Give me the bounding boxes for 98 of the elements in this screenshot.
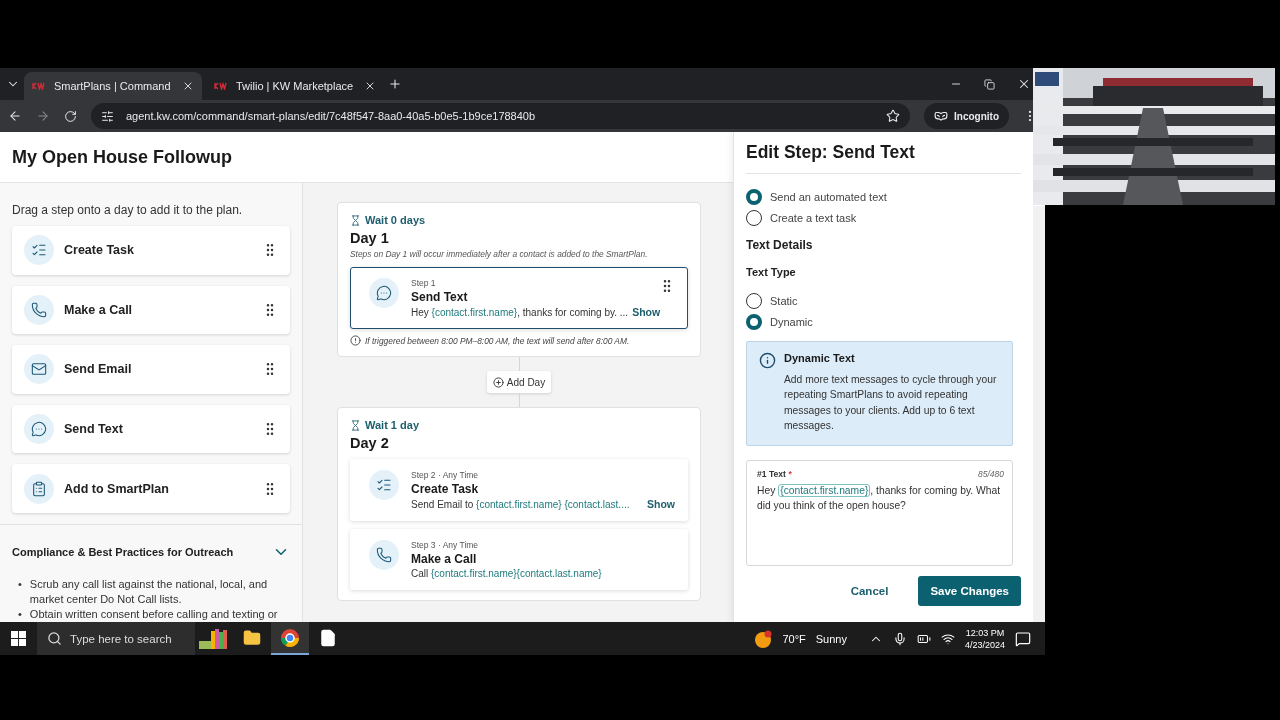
info-icon [759,352,776,369]
save-button[interactable]: Save Changes [918,576,1021,607]
step-number: Step 1 [411,278,437,288]
favicon-icon [214,80,228,92]
restore-icon[interactable] [984,78,995,90]
info-title: Dynamic Text [784,352,856,364]
close-icon[interactable] [182,80,194,92]
microphone-icon[interactable] [892,631,907,646]
forward-icon[interactable] [36,109,50,123]
step-card[interactable]: Step 2 · Any Time Create Task Send Email to {contact.first.name} {contact.last.... Show [350,459,688,521]
browser-tab[interactable]: Twilio | KW Marketplace [206,72,384,100]
radio-button[interactable] [746,188,762,205]
bullet-marker: • [18,606,22,622]
chat-bubble-icon [369,278,399,308]
step-tile[interactable]: Send Email [12,345,290,394]
step-label: Add to SmartPlan [64,481,170,496]
close-icon[interactable] [1017,77,1031,91]
day-note: Steps on Day 1 will occur immediately after a contact is added to the SmartPlan. [350,249,649,259]
phone-icon [369,540,399,570]
search-icon [47,631,62,646]
chat-bubble-icon [24,414,54,445]
step-card[interactable]: Step 1 Send Text Hey {contact.first.name}, thanks for coming by. ... Show [350,267,688,329]
plus-icon [492,376,504,388]
site-settings-icon [101,109,114,123]
radio-label: Create a text task [770,212,857,225]
wait-label: Wait 0 days [365,214,426,226]
step-label: Send Text [64,422,124,437]
step-title: Make a Call [411,552,478,566]
step-label: Make a Call [64,302,134,317]
step-label: Send Email [64,362,133,377]
character-counter: 85/480 [978,469,1004,480]
clock[interactable]: 12:03 PM 4/23/2024 [964,626,1005,651]
reload-icon[interactable] [64,109,77,123]
browser-icon[interactable] [271,622,309,655]
page-title: My Open House Followup [12,146,232,168]
radio-label: Send an automated text [770,190,887,203]
step-tile[interactable]: Make a Call [12,285,290,335]
field-label: Text Type [746,266,797,278]
add-day-button[interactable]: Add Day [486,371,552,393]
message-text: Hey {contact.first.name} , thanks for coming by. What did you think of the open house? [757,483,1002,514]
step-tile[interactable]: Send Text [12,404,290,454]
radio-label: Dynamic [770,316,813,329]
info-text: Add more text messages to cycle through your repeating SmartPlans to avoid repeating messages to your clients. Add up to 6 text messages. [784,373,998,433]
step-tile[interactable]: Create Task [12,226,290,275]
day-title: Day 1 [350,230,390,246]
show-link[interactable]: Show [632,306,661,318]
step-title: Send Text [411,290,469,304]
address-bar[interactable]: agent.kw.com/command/smart-plans/edit/7c48f547-8aa0-40a5-b0e5-1b9ce178840b [91,103,910,129]
taskbar-search[interactable]: Type here to search [37,622,195,655]
weather-sun-icon[interactable] [754,629,773,648]
section-title: Compliance & Best Practices for Outreach [12,545,234,558]
radio-button[interactable] [746,314,762,331]
clipboard-icon [24,473,54,504]
warning-text: If triggered between 8:00 PM–8:00 AM, the text will send after 8:00 AM. [365,335,630,346]
step-preview: Call {contact.first.name}{contact.last.name} [411,568,603,579]
step-number: Step 2 · Any Time [411,470,480,480]
hourglass-icon [350,419,361,431]
bullet-marker: • [18,576,22,592]
browser-tab[interactable]: SmartPlans | Command [24,72,202,100]
message-field[interactable]: #1 Text * 85/480 Hey {contact.first.name} , thanks for coming by. What did you think of the open house? [746,460,1013,567]
bullet-text: Obtain written consent before calling and texting or [29,606,278,622]
step-title: Create Task [411,482,480,496]
close-icon[interactable] [364,80,376,92]
alert-icon [350,335,361,346]
scrollbar[interactable] [1033,206,1045,622]
notifications-icon[interactable] [1015,630,1031,647]
phone-icon [24,294,54,325]
step-card[interactable]: Step 3 · Any Time Make a Call Call {contact.first.name}{contact.last.name} [350,529,688,590]
temperature-text: 70°F [782,632,806,645]
day-title: Day 2 [350,435,390,451]
checklist-icon [369,470,399,500]
wifi-icon[interactable] [940,631,955,646]
show-link[interactable]: Show [647,498,675,510]
hourglass-icon [350,214,361,226]
mask-icon [934,109,948,123]
drag-hint: Drag a step onto a day to add it to the plan. [12,203,244,217]
bullet-text: Scrub any call list against the national, local, and market center Do Not Call lists. [29,576,269,607]
step-preview: Hey {contact.first.name}, thanks for coming by. ... [411,306,629,318]
bookmark-star-icon[interactable] [886,109,900,123]
incognito-badge[interactable]: Incognito [924,103,1009,129]
back-icon[interactable] [8,109,22,123]
new-tab-icon[interactable] [388,77,402,91]
field-label: #1 Text * [757,469,792,480]
radio-button[interactable] [746,210,762,227]
favicon-icon [32,80,46,92]
step-preview: Send Email to {contact.first.name} {contact.last.... [411,498,631,510]
section-heading: Text Details [746,238,814,252]
radio-button[interactable] [746,292,762,309]
checklist-icon [24,235,54,266]
step-label: Create Task [64,243,135,258]
radio-label: Static [770,294,798,307]
panel-title: Edit Step: Send Text [746,132,1021,174]
envelope-icon [24,354,54,385]
weather-text: Sunny [815,632,847,645]
step-tile[interactable]: Add to SmartPlan [12,464,290,513]
wait-label: Wait 1 day [365,419,419,431]
step-number: Step 3 · Any Time [411,540,480,550]
cancel-button[interactable]: Cancel [840,579,899,604]
